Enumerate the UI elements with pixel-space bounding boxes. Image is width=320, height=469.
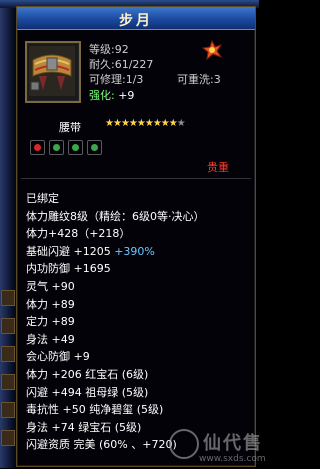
- star-icon: ★: [144, 118, 154, 129]
- inventory-slot[interactable]: [1, 318, 15, 334]
- star-icon: ★: [136, 118, 146, 129]
- gem-icon: [91, 144, 98, 151]
- enhance-value: +9: [118, 89, 135, 102]
- attribute-line: 基础闪避 +1205 +390%: [26, 243, 155, 259]
- attribute-line: 体力 +206 红宝石 (6级): [26, 368, 149, 381]
- gem-icon: [53, 144, 60, 151]
- attribute-line: 闪避资质 完美 (60% 、+720): [26, 438, 177, 451]
- star-icon: ★: [168, 118, 178, 129]
- attribute-line: 体力+428（+218）: [26, 227, 131, 240]
- enhance-label: 强化:: [89, 89, 115, 102]
- attribute-line: 身法 +49: [26, 333, 75, 346]
- durability-text: 耐久:61/227: [89, 58, 154, 71]
- attribute-line: 定力 +89: [26, 315, 75, 328]
- attribute-part: 基础闪避 +1205: [26, 245, 115, 258]
- attribute-line: 闪避 +494 祖母绿 (5级): [26, 386, 149, 399]
- watermark-text: 仙代售: [203, 433, 263, 454]
- item-type: 腰带: [59, 121, 81, 134]
- attribute-line: 身法 +74 绿宝石 (5级): [26, 421, 142, 434]
- star-icon: ★: [160, 118, 170, 129]
- flame-badge-icon: [201, 39, 223, 61]
- title-bar: 步月: [17, 7, 255, 30]
- star-icon: ★: [112, 118, 122, 129]
- star-icon: ★: [120, 118, 130, 129]
- attribute-line: 体力 +89: [26, 298, 75, 311]
- rewashable-text: 可重洗:3: [177, 73, 221, 86]
- precious-label: 贵重: [207, 161, 229, 174]
- divider: [21, 178, 251, 179]
- star-icon: ★: [105, 118, 114, 129]
- enhance-row: 强化: +9: [89, 87, 134, 103]
- star-icon: ★: [152, 118, 162, 129]
- star-icon: ★: [128, 118, 138, 129]
- watermark: 仙代售 www.sxds.com: [169, 425, 273, 469]
- inventory-slot[interactable]: [1, 374, 15, 390]
- gem-socket-icon[interactable]: [87, 140, 102, 155]
- belt-icon: [29, 46, 75, 96]
- item-name: 步月: [119, 13, 153, 29]
- attribute-line: 已绑定: [26, 192, 59, 205]
- item-tooltip-panel: 步月 等级:92 耐久:61/227 可修理:1/3 可重洗:3 强化: +9 …: [16, 6, 266, 467]
- gem-socket-icon[interactable]: [30, 140, 45, 155]
- inventory-slot[interactable]: [1, 290, 15, 306]
- attribute-line: 灵气 +90: [26, 280, 75, 293]
- repairable-text: 可修理:1/3: [89, 73, 144, 86]
- inventory-slot[interactable]: [1, 346, 15, 362]
- gem-icon: [34, 144, 41, 151]
- gem-socket-icon[interactable]: [49, 140, 64, 155]
- inventory-slot[interactable]: [1, 402, 15, 418]
- side-inventory-strip: [0, 170, 16, 468]
- attribute-line: 内功防御 +1695: [26, 262, 111, 275]
- item-portrait: [25, 41, 81, 103]
- inventory-slot[interactable]: [1, 430, 15, 446]
- gem-icon: [72, 144, 79, 151]
- level-text: 等级:92: [89, 43, 129, 56]
- gem-socket-icon[interactable]: [68, 140, 83, 155]
- watermark-url: www.sxds.com: [199, 454, 266, 464]
- star-icon: ★: [176, 118, 186, 129]
- attribute-line: 毒抗性 +50 纯净碧玺 (5级): [26, 403, 164, 416]
- attribute-line: 会心防御 +9: [26, 350, 90, 363]
- quality-stars: ★★★★★★★★★★: [105, 118, 186, 129]
- attribute-line: 体力雕纹8级（精绘：6级0等·决心）: [26, 210, 205, 223]
- watermark-logo-icon: [169, 429, 199, 459]
- attribute-part: +390%: [114, 245, 155, 258]
